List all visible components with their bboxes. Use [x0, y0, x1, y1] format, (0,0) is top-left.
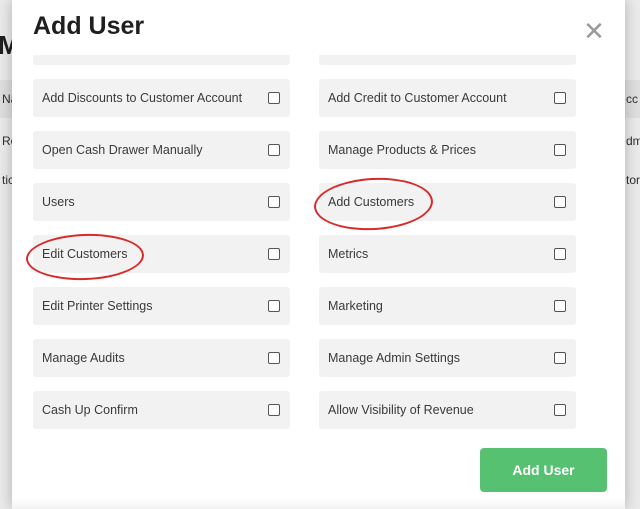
permission-item[interactable]: Open Cash Drawer Manually: [33, 131, 290, 169]
permission-checkbox[interactable]: [554, 196, 566, 208]
permission-label: Edit Printer Settings: [42, 299, 153, 313]
add-user-button[interactable]: Add User: [480, 448, 607, 492]
permission-label: Open Cash Drawer Manually: [42, 143, 203, 157]
permission-item[interactable]: Add Credit to Customer Account: [319, 79, 576, 117]
permission-item[interactable]: Marketing: [319, 287, 576, 325]
permission-item[interactable]: Manage Audits: [33, 339, 290, 377]
permission-checkbox[interactable]: [268, 92, 280, 104]
permission-item[interactable]: Manage Products & Prices: [319, 131, 576, 169]
permission-checkbox[interactable]: [268, 404, 280, 416]
permission-item[interactable]: Users: [33, 183, 290, 221]
permission-label: Manage Admin Settings: [328, 351, 461, 365]
permission-label: Manage Products & Prices: [328, 143, 476, 157]
permission-label: Metrics: [328, 247, 369, 261]
permission-checkbox[interactable]: [268, 248, 280, 260]
permission-label: Marketing: [328, 299, 383, 313]
permission-item[interactable]: Cash Up Confirm: [33, 391, 290, 429]
permission-label: Add Discounts to Customer Account: [42, 91, 243, 105]
permission-checkbox[interactable]: [554, 92, 566, 104]
permission-item[interactable]: Allow Visibility of Revenue: [319, 391, 576, 429]
permission-checkbox[interactable]: [268, 144, 280, 156]
modal-bottom-edge: [12, 498, 625, 509]
permissions-scroll-area[interactable]: Add Discounts to Customer Account Open C…: [12, 55, 625, 430]
permission-checkbox[interactable]: [554, 300, 566, 312]
permission-label: Cash Up Confirm: [42, 403, 138, 417]
permission-checkbox[interactable]: [554, 144, 566, 156]
permission-item[interactable]: Edit Printer Settings: [33, 287, 290, 325]
permission-label: Allow Visibility of Revenue: [328, 403, 474, 417]
permission-item-partial-right: [319, 55, 576, 65]
permission-checkbox[interactable]: [554, 352, 566, 364]
modal-title: Add User: [33, 12, 145, 40]
permission-label: Manage Audits: [42, 351, 125, 365]
permission-checkbox[interactable]: [554, 248, 566, 260]
permission-checkbox[interactable]: [268, 196, 280, 208]
permission-label: Add Credit to Customer Account: [328, 91, 507, 105]
permission-item[interactable]: Manage Admin Settings: [319, 339, 576, 377]
permission-checkbox[interactable]: [554, 404, 566, 416]
permission-item-partial-left: [33, 55, 290, 65]
permission-item[interactable]: Add Discounts to Customer Account: [33, 79, 290, 117]
close-icon[interactable]: ✕: [582, 17, 606, 45]
add-user-modal: Add User ✕ Add Discounts to Customer Acc…: [12, 0, 625, 509]
permission-label: Users: [42, 195, 75, 209]
permission-checkbox[interactable]: [268, 352, 280, 364]
permission-checkbox[interactable]: [268, 300, 280, 312]
permission-item[interactable]: Metrics: [319, 235, 576, 273]
